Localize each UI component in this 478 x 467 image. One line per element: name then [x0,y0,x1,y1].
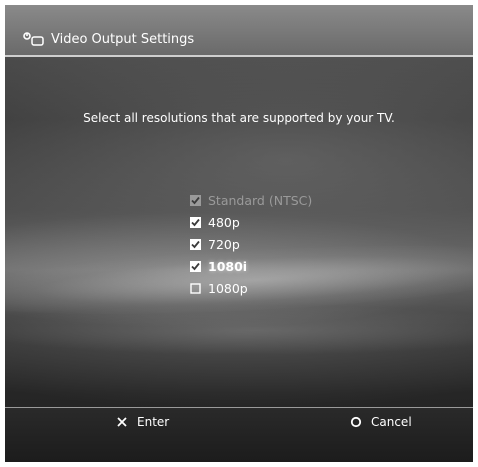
checkbox-unchecked-icon[interactable] [190,282,201,294]
resolution-label: 1080p [208,280,248,296]
resolution-option-720p[interactable]: 720p [190,233,390,255]
resolution-option-480p[interactable]: 480p [190,211,390,233]
header-divider [5,55,473,57]
cancel-button[interactable]: Cancel [350,415,412,429]
circle-button-icon [350,416,362,428]
resolution-option-1080p[interactable]: 1080p [190,277,390,299]
enter-button[interactable]: Enter [116,415,169,429]
resolution-label: Standard (NTSC) [208,192,313,208]
settings-toolbox-icon [23,32,44,46]
checkbox-checked-icon[interactable] [190,260,201,272]
header-bar [5,5,473,55]
enter-label: Enter [137,415,170,429]
video-output-settings-screen: Video Output Settings Select all resolut… [5,5,473,462]
cancel-label: Cancel [371,415,412,429]
resolution-list: Standard (NTSC) 480p 720p 1080i 1080p [190,189,390,299]
resolution-option-1080i[interactable]: 1080i [190,255,390,277]
background-wave [5,305,473,355]
page-title: Video Output Settings [51,32,195,47]
cross-button-icon [117,417,127,427]
checkbox-checked-icon[interactable] [190,216,201,228]
checkbox-checked-icon[interactable] [190,238,201,250]
resolution-option-standard-ntsc: Standard (NTSC) [190,189,390,211]
resolution-label: 1080i [208,258,248,274]
checkbox-checked-icon [190,194,201,206]
instruction-text: Select all resolutions that are supporte… [83,111,395,125]
resolution-label: 720p [208,236,240,252]
resolution-label: 480p [208,214,240,230]
